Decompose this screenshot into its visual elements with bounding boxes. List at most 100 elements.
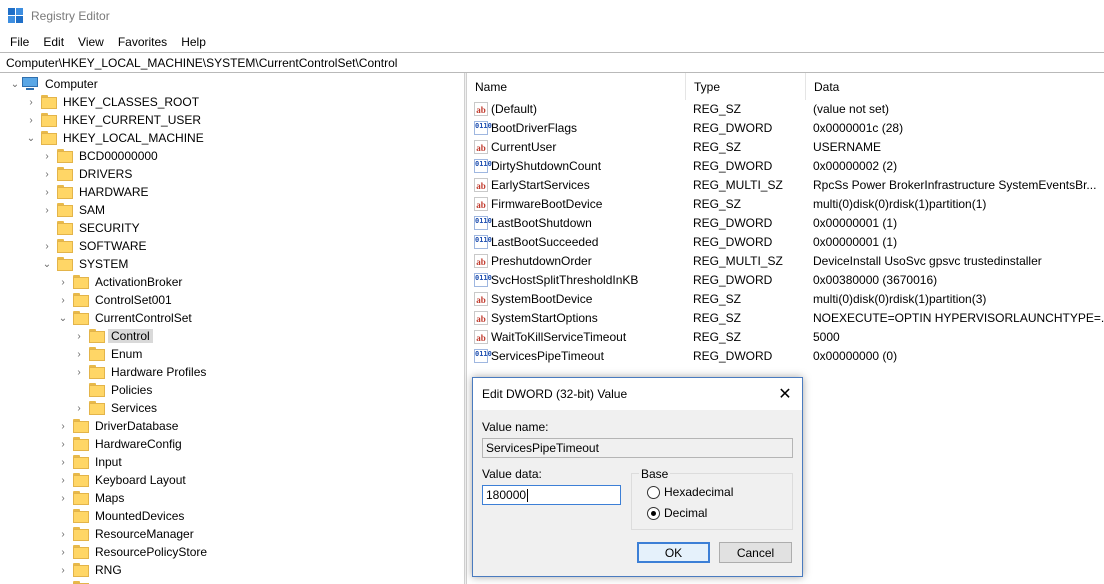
tree-item-hklm[interactable]: ⌄ HKEY_LOCAL_MACHINE [26, 129, 207, 147]
value-row[interactable]: 0110 LastBootSucceeded REG_DWORD 0x00000001… [467, 232, 1104, 251]
value-row[interactable]: ab CurrentUser REG_SZ USERNAME [467, 137, 1104, 156]
decimal-radio[interactable]: Decimal [647, 506, 707, 520]
value-data-input[interactable]: 180000 [482, 485, 621, 505]
tree-item-mounteddevices[interactable]: MountedDevices [58, 507, 187, 525]
menu-view[interactable]: View [71, 35, 111, 49]
address-bar[interactable]: Computer\HKEY_LOCAL_MACHINE\SYSTEM\Curre… [0, 52, 1104, 73]
chevron-right-icon[interactable]: › [58, 457, 68, 468]
value-name-text: ServicesPipeTimeout [491, 348, 604, 363]
chevron-down-icon[interactable]: ⌄ [10, 79, 20, 90]
chevron-right-icon[interactable]: › [74, 331, 84, 342]
tree-item-hardwareprofiles[interactable]: › Hardware Profiles [74, 363, 209, 381]
tree-item-currentcontrolset[interactable]: ⌄ CurrentControlSet [58, 309, 195, 327]
tree-item-bcd[interactable]: › BCD00000000 [42, 147, 161, 165]
chevron-down-icon[interactable]: ⌄ [58, 313, 68, 324]
tree-item-driverdatabase[interactable]: › DriverDatabase [58, 417, 181, 435]
tree-item-resourcemanager[interactable]: › ResourceManager [58, 525, 197, 543]
tree-item-maps[interactable]: › Maps [58, 489, 127, 507]
chevron-right-icon[interactable]: › [58, 529, 68, 540]
chevron-right-icon[interactable]: › [42, 187, 52, 198]
tree-item-partial[interactable]: › [58, 579, 92, 584]
dialog-title-bar: Edit DWORD (32-bit) Value [473, 378, 802, 410]
registry-tree[interactable]: ⌄ Computer › HKEY_CLASSES_ROOT › HKEY_CU… [0, 73, 464, 584]
tree-item-services[interactable]: › Services [74, 399, 160, 417]
menu-edit[interactable]: Edit [36, 35, 71, 49]
menu-file[interactable]: File [3, 35, 36, 49]
value-type-cell: REG_DWORD [693, 272, 773, 287]
string-value-icon: ab [474, 139, 488, 154]
chevron-down-icon[interactable]: ⌄ [26, 133, 36, 144]
chevron-right-icon[interactable]: › [58, 421, 68, 432]
folder-icon [73, 311, 89, 325]
value-name-cell: 0110 DirtyShutdownCount [474, 156, 686, 175]
string-value-icon: ab [474, 253, 488, 268]
tree-item-security[interactable]: SECURITY [42, 219, 143, 237]
tree-item-policies[interactable]: Policies [74, 381, 155, 399]
chevron-right-icon[interactable]: › [74, 349, 84, 360]
tree-item-hkcr[interactable]: › HKEY_CLASSES_ROOT [26, 93, 202, 111]
value-row[interactable]: ab SystemStartOptions REG_SZ NOEXECUTE=OPT… [467, 308, 1104, 327]
chevron-right-icon[interactable]: › [26, 97, 36, 108]
value-row[interactable]: ab SystemBootDevice REG_SZ multi(0)disk(0)r… [467, 289, 1104, 308]
tree-item-enum[interactable]: › Enum [74, 345, 145, 363]
chevron-right-icon[interactable]: › [58, 475, 68, 486]
ok-button[interactable]: OK [637, 542, 710, 563]
tree-item-computer[interactable]: ⌄ Computer [0, 75, 101, 93]
chevron-right-icon[interactable]: › [42, 241, 52, 252]
tree-item-controlset001[interactable]: › ControlSet001 [58, 291, 175, 309]
chevron-right-icon[interactable]: › [58, 565, 68, 576]
value-row[interactable]: 0110 ServicesPipeTimeout REG_DWORD 0x000000… [467, 346, 1104, 365]
value-row[interactable]: ab EarlyStartServices REG_MULTI_SZ RpcSs Po… [467, 175, 1104, 194]
menu-help[interactable]: Help [174, 35, 213, 49]
chevron-right-icon[interactable]: › [74, 403, 84, 414]
value-row[interactable]: ab FirmwareBootDevice REG_SZ multi(0)disk(0… [467, 194, 1104, 213]
tree-item-label: SOFTWARE [79, 239, 147, 253]
value-row[interactable]: ab PreshutdownOrder REG_MULTI_SZ DeviceInst… [467, 251, 1104, 270]
value-row[interactable]: 0110 SvcHostSplitThresholdInKB REG_DWORD 0x… [467, 270, 1104, 289]
tree-item-drivers[interactable]: › DRIVERS [42, 165, 135, 183]
tree-item-software[interactable]: › SOFTWARE [42, 237, 150, 255]
chevron-right-icon[interactable]: › [74, 367, 84, 378]
tree-item-hardwareconfig[interactable]: › HardwareConfig [58, 435, 185, 453]
value-row[interactable]: ab (Default) REG_SZ (value not set) [467, 99, 1104, 118]
chevron-right-icon[interactable]: › [58, 277, 68, 288]
chevron-right-icon[interactable]: › [58, 295, 68, 306]
close-icon[interactable]: ✕ [774, 383, 796, 405]
tree-item-system[interactable]: ⌄ SYSTEM [42, 255, 131, 273]
chevron-right-icon[interactable]: › [42, 151, 52, 162]
menu-favorites[interactable]: Favorites [111, 35, 174, 49]
value-name-text: PreshutdownOrder [491, 253, 592, 268]
tree-item-sam[interactable]: › SAM [42, 201, 108, 219]
value-row[interactable]: ab WaitToKillServiceTimeout REG_SZ 5000 [467, 327, 1104, 346]
chevron-right-icon[interactable]: › [42, 205, 52, 216]
tree-item-control[interactable]: › Control [74, 327, 153, 345]
column-header-type[interactable]: Type [686, 73, 806, 100]
chevron-right-icon[interactable]: › [26, 115, 36, 126]
folder-icon [89, 401, 105, 415]
dialog-title: Edit DWORD (32-bit) Value [482, 387, 628, 401]
tree-item-input[interactable]: › Input [58, 453, 125, 471]
tree-item-keyboardlayout[interactable]: › Keyboard Layout [58, 471, 189, 489]
chevron-down-icon[interactable]: ⌄ [42, 259, 52, 270]
tree-item-resourcepolicystore[interactable]: › ResourcePolicyStore [58, 543, 210, 561]
tree-item-hkcu[interactable]: › HKEY_CURRENT_USER [26, 111, 204, 129]
chevron-right-icon[interactable]: › [58, 493, 68, 504]
tree-item-label: CurrentControlSet [95, 311, 192, 325]
value-data-cell: NOEXECUTE=OPTIN HYPERVISORLAUNCHTYPE=... [813, 310, 1104, 325]
column-header-name[interactable]: Name [467, 73, 686, 100]
value-row[interactable]: 0110 LastBootShutdown REG_DWORD 0x00000001 … [467, 213, 1104, 232]
value-row[interactable]: 0110 DirtyShutdownCount REG_DWORD 0x0000000… [467, 156, 1104, 175]
tree-item-activationbroker[interactable]: › ActivationBroker [58, 273, 185, 291]
folder-icon [57, 167, 73, 181]
chevron-right-icon[interactable]: › [58, 439, 68, 450]
value-row[interactable]: 0110 BootDriverFlags REG_DWORD 0x0000001c (… [467, 118, 1104, 137]
folder-icon [73, 527, 89, 541]
tree-item-label: SYSTEM [79, 257, 129, 271]
chevron-right-icon[interactable]: › [42, 169, 52, 180]
tree-item-rng[interactable]: › RNG [58, 561, 125, 579]
column-header-data[interactable]: Data [806, 73, 1104, 100]
cancel-button[interactable]: Cancel [719, 542, 792, 563]
chevron-right-icon[interactable]: › [58, 547, 68, 558]
tree-item-hardware[interactable]: › HARDWARE [42, 183, 152, 201]
hexadecimal-radio[interactable]: Hexadecimal [647, 485, 733, 499]
